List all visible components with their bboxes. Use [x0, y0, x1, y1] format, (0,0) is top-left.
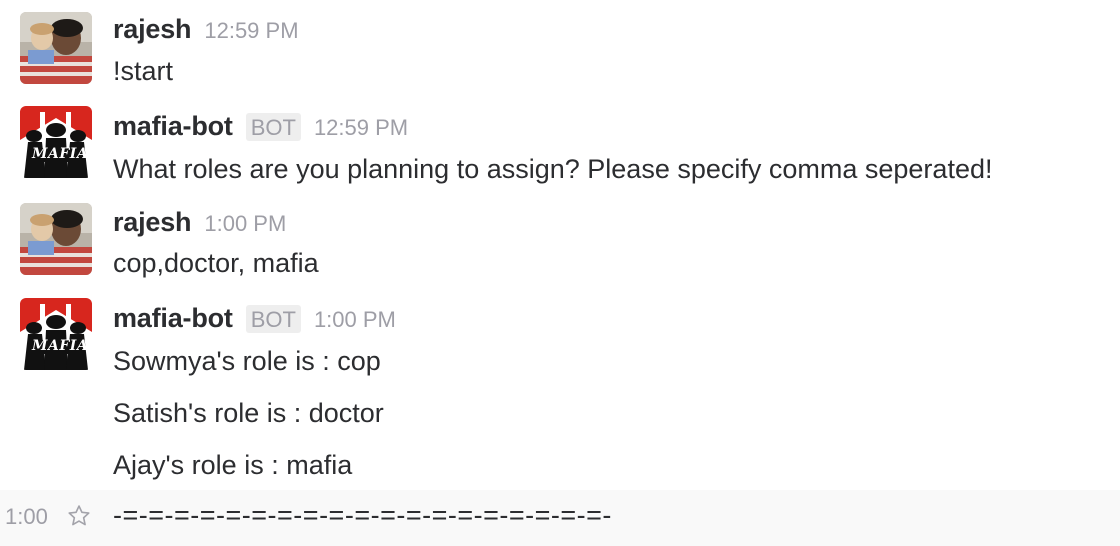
mafia-logo-icon	[20, 106, 92, 178]
message-text: Sowmya's role is : cop	[113, 346, 381, 376]
avatar[interactable]	[20, 12, 92, 84]
sender-name[interactable]: rajesh	[113, 14, 192, 45]
timestamp[interactable]: 12:59 PM	[204, 18, 298, 44]
bot-badge: BOT	[245, 305, 301, 333]
bot-badge: BOT	[245, 113, 301, 141]
avatar-logo-text: MAFIA	[32, 146, 89, 162]
timestamp[interactable]: 12:59 PM	[314, 115, 408, 141]
avatar[interactable]	[20, 203, 92, 275]
message-hovered[interactable]: 1:00 -=-=-=-=-=-=-=-=-=-=-=-=-=-=-=-=-=-…	[0, 490, 1120, 546]
message-text: Satish's role is : doctor	[113, 398, 384, 428]
message-text: -=-=-=-=-=-=-=-=-=-=-=-=-=-=-=-=-=-=-=-	[113, 500, 612, 530]
message-text: What roles are you planning to assign? P…	[113, 154, 993, 184]
avatar[interactable]: MAFIA	[20, 106, 92, 178]
message-text: cop,doctor, mafia	[113, 248, 319, 278]
timestamp[interactable]: 1:00 PM	[204, 211, 286, 237]
star-icon[interactable]	[66, 503, 92, 529]
user-photo-icon	[20, 12, 92, 84]
timestamp[interactable]: 1:00	[5, 504, 48, 530]
sender-name[interactable]: rajesh	[113, 207, 192, 238]
message-text: !start	[113, 56, 174, 86]
sender-name[interactable]: mafia-bot	[113, 303, 233, 334]
sender-name[interactable]: mafia-bot	[113, 111, 233, 142]
avatar[interactable]: MAFIA	[20, 298, 92, 370]
mafia-logo-icon	[20, 298, 92, 370]
avatar-logo-text: MAFIA	[32, 338, 89, 354]
message-text: Ajay's role is : mafia	[113, 450, 353, 480]
user-photo-icon	[20, 203, 92, 275]
timestamp[interactable]: 1:00 PM	[314, 307, 396, 333]
